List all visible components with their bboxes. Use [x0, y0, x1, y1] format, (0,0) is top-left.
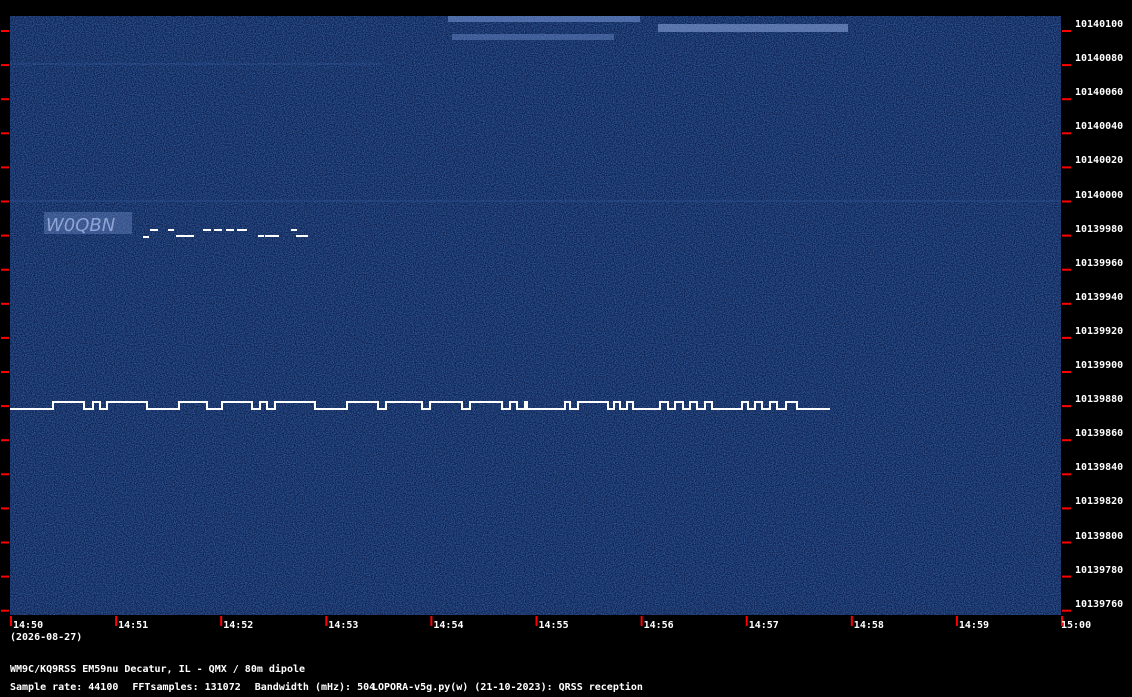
bandwidth: Bandwidth (mHz): 504 — [254, 682, 376, 693]
morse-dot — [237, 229, 247, 231]
time-label: 14:56 — [643, 620, 674, 631]
frequency-label: 10139920 — [1075, 325, 1124, 337]
morse-dot — [150, 229, 158, 231]
morse-dot — [291, 229, 297, 231]
frequency-label: 10140100 — [1075, 19, 1124, 30]
frequency-label: 10140080 — [1075, 53, 1124, 65]
frequency-label: 10139840 — [1075, 462, 1124, 474]
frequency-label: 10140060 — [1075, 87, 1124, 99]
time-label: 14:54 — [433, 620, 464, 631]
frequency-label: 10140000 — [1075, 189, 1124, 201]
frequency-label: 10139980 — [1075, 223, 1124, 235]
morse-dot — [176, 235, 194, 237]
station-info: WM9C/KQ9RSS EM59nu Decatur, IL - QMX / 8… — [10, 664, 306, 675]
time-label: 14:55 — [538, 620, 569, 631]
sample-rate: Sample rate: 44100 — [10, 682, 119, 693]
morse-dot — [258, 235, 264, 237]
time-label: 15:00 — [1061, 620, 1092, 631]
capture-settings: Sample rate: 44100 FFTsamples: 131072 Band… — [10, 682, 375, 693]
date-label: (2026-08-27) — [10, 632, 83, 643]
time-label: 14:52 — [223, 620, 254, 631]
frequency-label: 10139800 — [1075, 530, 1124, 542]
time-label: 14:59 — [958, 620, 989, 631]
frequency-label: 10139780 — [1075, 564, 1124, 576]
morse-dot — [168, 229, 174, 231]
frequency-label: 10139820 — [1075, 496, 1124, 508]
time-label: 14:53 — [328, 620, 359, 631]
morse-dot — [296, 235, 308, 237]
morse-dot — [226, 229, 234, 231]
frequency-label: 10140040 — [1075, 121, 1124, 133]
morse-dot — [265, 235, 279, 237]
time-label: 14:57 — [748, 620, 779, 631]
waterfall-display: W0QBN — [1, 16, 1071, 626]
frequency-label: 10139860 — [1075, 428, 1124, 440]
frequency-label: 10139940 — [1075, 291, 1124, 303]
faint-callsign-text: W0QBN — [46, 215, 115, 236]
fft-samples: FFTsamples: 131072 — [132, 682, 241, 693]
signal-burst-top-1 — [448, 16, 640, 22]
time-label: 14:50 — [13, 620, 44, 631]
spectrogram-noise — [10, 16, 1061, 615]
frequency-label: 10139760 — [1075, 598, 1124, 610]
time-tick-marks — [10, 616, 1063, 626]
morse-dot — [214, 229, 222, 231]
frequency-label: 10139900 — [1075, 360, 1124, 371]
frequency-label: 10139880 — [1075, 394, 1124, 406]
morse-dot — [143, 236, 149, 238]
software-info: LOPORA-v5g.py(w) (21-10-2023): QRSS rece… — [372, 682, 643, 693]
morse-dot — [203, 229, 211, 231]
time-label: 14:58 — [853, 620, 884, 631]
signal-burst-top-3 — [658, 24, 848, 32]
frequency-label: 10140020 — [1075, 155, 1124, 167]
signal-burst-top-2 — [452, 34, 614, 40]
frequency-label: 10139960 — [1075, 257, 1124, 269]
time-label: 14:51 — [118, 620, 149, 631]
